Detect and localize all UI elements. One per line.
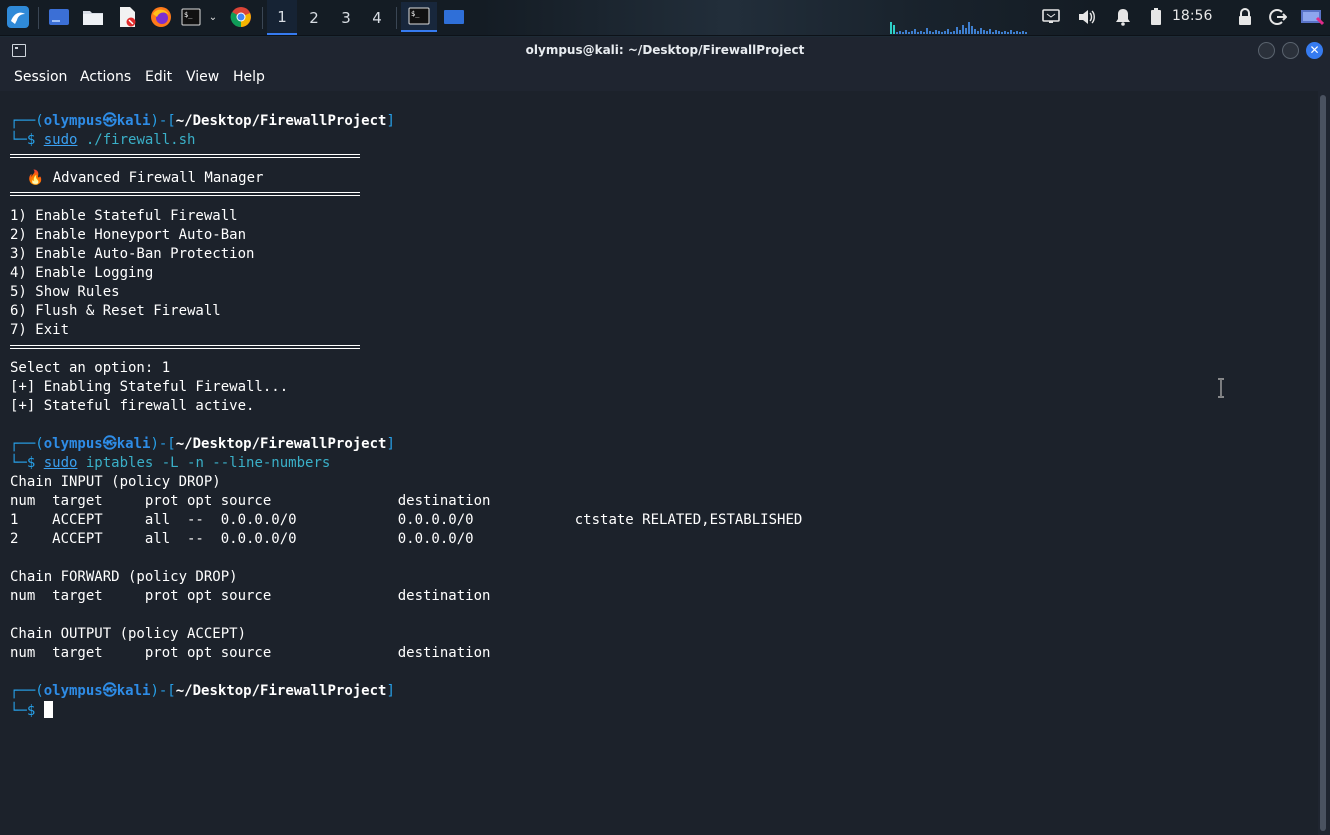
prompt-line: ┌──(olympus㉿kali)-[~/Desktop/FirewallPro… xyxy=(10,113,395,129)
chevron-down-icon[interactable]: ⌄ xyxy=(206,5,220,29)
menu-option: 3) Enable Auto-Ban Protection xyxy=(10,246,255,262)
text-cursor xyxy=(43,701,53,718)
svg-text:$_: $_ xyxy=(184,11,193,19)
iptables-line: Chain OUTPUT (policy ACCEPT) xyxy=(10,626,247,642)
select-line: Select an option: 1 xyxy=(10,360,171,376)
scrollbar[interactable] xyxy=(1318,91,1330,835)
scrollbar-thumb[interactable] xyxy=(1320,95,1326,831)
menu-session[interactable]: Session xyxy=(14,69,67,85)
maximize-button[interactable] xyxy=(1282,42,1299,59)
iptables-line: Chain INPUT (policy DROP) xyxy=(10,474,221,490)
minimize-button[interactable] xyxy=(1258,42,1275,59)
menu-actions[interactable]: Actions xyxy=(80,69,131,85)
close-button[interactable]: ✕ xyxy=(1306,42,1323,59)
command-line: └─$ xyxy=(10,701,53,721)
menu-option: 2) Enable Honeyport Auto-Ban xyxy=(10,227,247,243)
prompt-line: ┌──(olympus㉿kali)-[~/Desktop/FirewallPro… xyxy=(10,436,395,452)
firefox-icon[interactable] xyxy=(148,5,174,29)
battery-icon[interactable] xyxy=(1146,5,1166,29)
chrome-icon[interactable] xyxy=(228,5,254,29)
separator xyxy=(38,7,39,29)
workspace-1[interactable]: 1 xyxy=(267,0,297,35)
menu-option: 6) Flush & Reset Firewall xyxy=(10,303,221,319)
prompt-line: ┌──(olympus㉿kali)-[~/Desktop/FirewallPro… xyxy=(10,683,395,699)
menu-help[interactable]: Help xyxy=(233,69,265,85)
iptables-line: 2 ACCEPT all -- 0.0.0.0/0 0.0.0.0/0 xyxy=(10,531,474,547)
command-line: └─$ sudo ./firewall.sh xyxy=(10,132,196,148)
banner-divider xyxy=(10,192,360,196)
output-line: [+] Stateful firewall active. xyxy=(10,398,255,414)
menu-option: 5) Show Rules xyxy=(10,284,120,300)
window-title: olympus@kali: ~/Desktop/FirewallProject xyxy=(525,43,805,57)
menu-option: 4) Enable Logging xyxy=(10,265,154,281)
window-icon[interactable] xyxy=(441,5,467,29)
menu-edit[interactable]: Edit xyxy=(145,69,172,85)
workspace-2[interactable]: 2 xyxy=(299,0,329,35)
terminal-window: olympus@kali: ~/Desktop/FirewallProject … xyxy=(0,37,1330,835)
banner-title: 🔥 Advanced Firewall Manager xyxy=(10,170,264,186)
workspace-3[interactable]: 3 xyxy=(331,0,361,35)
volume-icon[interactable] xyxy=(1075,5,1099,29)
file-manager-icon[interactable] xyxy=(80,5,106,29)
separator xyxy=(396,7,397,29)
menu-bar: Session Actions Edit View Help xyxy=(0,65,1330,91)
output-line: [+] Enabling Stateful Firewall... xyxy=(10,379,289,395)
mouse-ibeam-icon xyxy=(1218,378,1224,398)
iptables-line: num target prot opt source destination xyxy=(10,645,491,661)
banner-divider xyxy=(10,154,360,158)
terminal-window-icon[interactable]: $_ xyxy=(401,2,437,32)
separator xyxy=(262,7,263,29)
menu-option: 7) Exit xyxy=(10,322,70,338)
close-icon: ✕ xyxy=(1309,43,1320,57)
command-line: └─$ sudo iptables -L -n --line-numbers xyxy=(10,455,331,471)
lock-icon[interactable] xyxy=(1234,5,1256,29)
top-panel: $_ ⌄ 1 2 3 4 $_ 18:56 xyxy=(0,0,1330,36)
terminal-icon[interactable]: $_ xyxy=(179,5,203,29)
workspace-4[interactable]: 4 xyxy=(362,0,392,35)
network-icon[interactable] xyxy=(1040,5,1062,29)
terminal-output[interactable]: ┌──(olympus㉿kali)-[~/Desktop/FirewallPro… xyxy=(0,91,1318,835)
banner-divider xyxy=(10,345,360,349)
screenshot-icon[interactable] xyxy=(1299,5,1325,29)
iptables-line: num target prot opt source destination xyxy=(10,588,491,604)
logout-icon[interactable] xyxy=(1267,5,1289,29)
desktop-icon[interactable] xyxy=(46,5,72,29)
iptables-line: 1 ACCEPT all -- 0.0.0.0/0 0.0.0.0/0 ctst… xyxy=(10,512,803,528)
text-editor-icon[interactable] xyxy=(114,5,140,29)
menu-option: 1) Enable Stateful Firewall xyxy=(10,208,238,224)
notification-icon[interactable] xyxy=(1112,5,1134,29)
clock[interactable]: 18:56 xyxy=(1172,8,1212,24)
kali-menu-icon[interactable] xyxy=(4,5,32,29)
title-bar[interactable]: olympus@kali: ~/Desktop/FirewallProject … xyxy=(0,37,1330,65)
iptables-line: num target prot opt source destination xyxy=(10,493,491,509)
cpu-graph xyxy=(890,14,1030,34)
iptables-line: Chain FORWARD (policy DROP) xyxy=(10,569,238,585)
svg-text:$_: $_ xyxy=(411,10,420,18)
menu-view[interactable]: View xyxy=(186,69,219,85)
